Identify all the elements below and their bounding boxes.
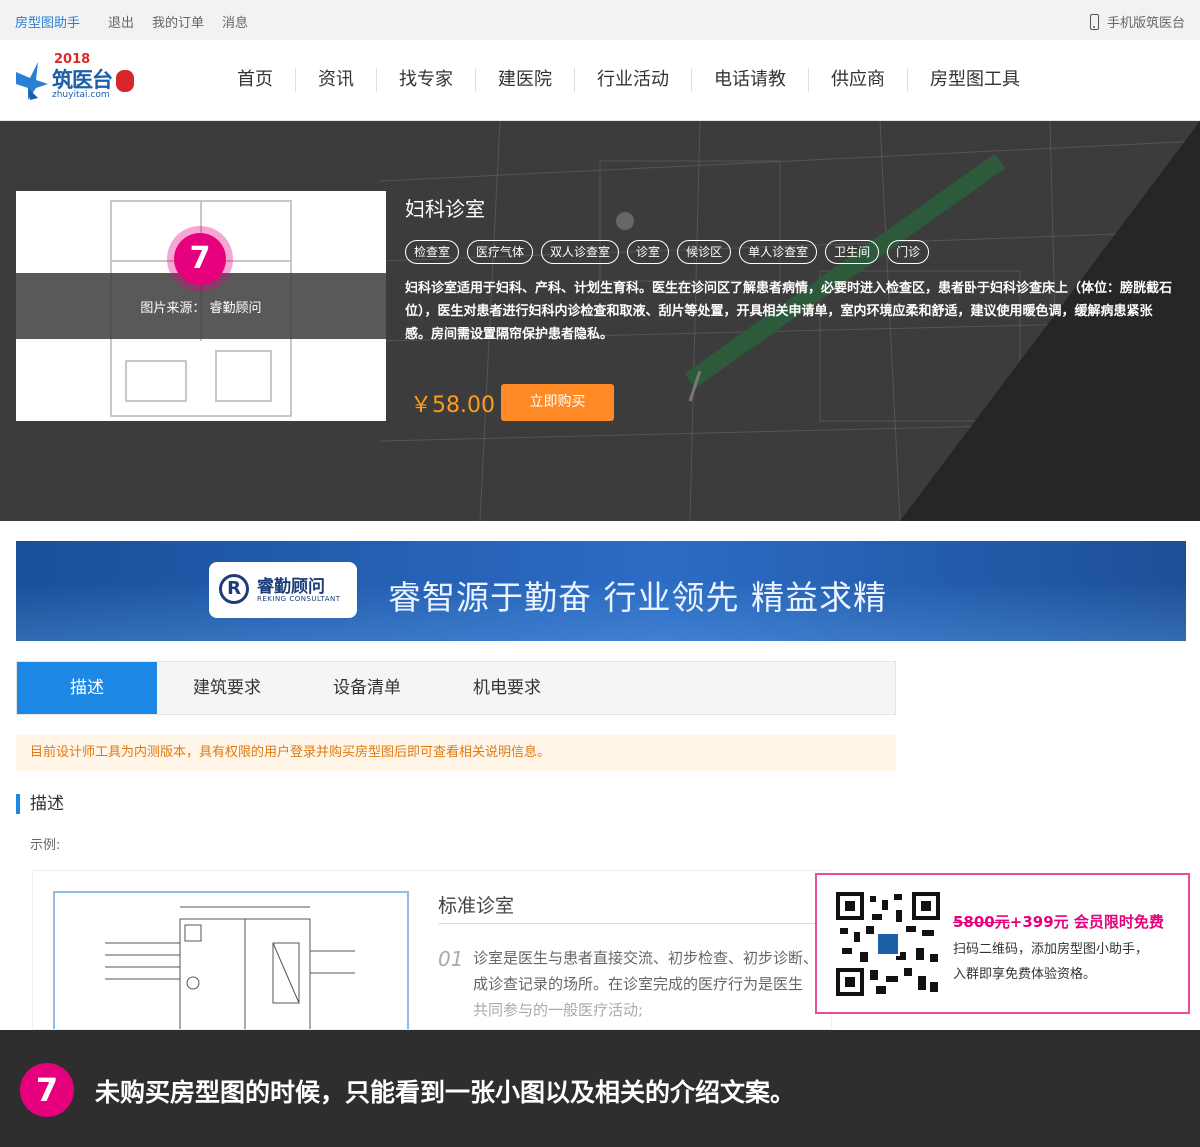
tag-item[interactable]: 医疗气体	[467, 240, 534, 264]
floorplan-drawing	[105, 906, 355, 1029]
tag-item[interactable]: 门诊	[887, 240, 930, 264]
tab-equipment-list[interactable]: 设备清单	[297, 662, 437, 714]
product-title: 妇科诊室	[405, 197, 485, 221]
product-description: 妇科诊室适用于妇科、产科、计划生育科。医生在诊问区了解患者病情，必要时进入检查区…	[405, 281, 1173, 342]
site-header: 2018 筑医台 zhuyitai.com 首页 资讯 找专家 建医院 行业活动…	[0, 40, 1200, 121]
site-logo[interactable]: 2018 筑医台 zhuyitai.com	[14, 52, 144, 108]
bird-logo-icon	[16, 62, 48, 100]
example-divider	[438, 923, 828, 924]
example-card: 标准诊室 01 诊室是医生与患者直接交流、初步检查、初步诊断、成诊查记录的场所。…	[32, 870, 832, 1030]
product-hero: 图片来源： 睿勤顾问 7 妇科诊室 检查室 医疗气体 双人诊查室 诊室 候诊区 …	[0, 121, 1200, 521]
example-text-main: 诊室是医生与患者直接交流、初步检查、初步诊断、成诊查记录的场所。在诊室完成的医疗…	[473, 949, 819, 993]
qr-promo-popup[interactable]: 5800元+399元 会员限时免费 扫码二维码，添加房型图小助手， 入群即享免费…	[815, 873, 1190, 1014]
image-source-caption: 图片来源： 睿勤顾问	[140, 301, 262, 316]
example-label: 示例:	[30, 838, 61, 853]
footer-caption: 未购买房型图的时候，只能看到一张小图以及相关的介绍文案。	[95, 1078, 796, 1107]
nav-experts[interactable]: 找专家	[377, 68, 476, 92]
lantern-icon	[116, 70, 134, 92]
detail-tabs: 描述 建筑要求 设备清单 机电要求	[16, 661, 896, 715]
logo-url: zhuyitai.com	[52, 90, 110, 100]
top-bar: 房型图助手 退出 我的订单 消息 手机版筑医台	[0, 0, 1200, 40]
nav-floorplan-tool[interactable]: 房型图工具	[908, 68, 1042, 92]
tab-description[interactable]: 描述	[17, 662, 157, 714]
product-price: ￥58.00	[410, 393, 495, 418]
my-orders-link[interactable]: 我的订单	[152, 12, 204, 31]
promo-label: 会员限时免费	[1073, 913, 1164, 931]
tab-building-requirements[interactable]: 建筑要求	[157, 662, 297, 714]
nav-home[interactable]: 首页	[215, 68, 296, 92]
tag-item[interactable]: 检查室	[405, 240, 460, 264]
logout-link[interactable]: 退出	[108, 12, 134, 31]
promo-text: 5800元+399元 会员限时免费	[953, 911, 1164, 932]
sponsor-banner[interactable]: R 睿勤顾问 REKING CONSULTANT 睿智源于勤奋 行业领先 精益求…	[16, 541, 1186, 641]
sponsor-logo: R 睿勤顾问 REKING CONSULTANT	[209, 562, 357, 618]
nav-suppliers[interactable]: 供应商	[809, 68, 908, 92]
phone-icon	[1089, 13, 1099, 30]
tag-list: 检查室 医疗气体 双人诊查室 诊室 候诊区 单人诊查室 卫生间 门诊	[405, 240, 930, 264]
assistant-link[interactable]: 房型图助手	[15, 12, 80, 31]
beta-notice: 目前设计师工具为内测版本，具有权限的用户登录并购买房型图后即可查看相关说明信息。	[16, 735, 896, 771]
example-number: 01	[438, 947, 464, 971]
sponsor-name-cn: 睿勤顾问	[257, 577, 325, 597]
top-bar-left: 房型图助手 退出 我的订单 消息	[15, 12, 266, 31]
tag-item[interactable]: 双人诊查室	[541, 240, 620, 264]
mobile-version-label: 手机版筑医台	[1106, 16, 1185, 31]
example-floorplan	[53, 891, 409, 1029]
example-text-faded: 共同参与的一般医疗活动;	[473, 1001, 644, 1019]
buy-now-button[interactable]: 立即购买	[501, 384, 614, 421]
annotation-footer: 7 未购买房型图的时候，只能看到一张小图以及相关的介绍文案。	[0, 1030, 1200, 1147]
sponsor-slogan: 睿智源于勤奋 行业领先 精益求精	[388, 578, 887, 617]
sponsor-name-en: REKING CONSULTANT	[257, 595, 341, 603]
messages-link[interactable]: 消息	[222, 12, 248, 31]
nav-news[interactable]: 资讯	[296, 68, 377, 92]
tag-item[interactable]: 候诊区	[677, 240, 732, 264]
nav-events[interactable]: 行业活动	[575, 68, 692, 92]
step-badge: 7	[174, 233, 226, 285]
mobile-version-link[interactable]: 手机版筑医台	[1089, 12, 1185, 31]
tag-item[interactable]: 单人诊查室	[739, 240, 818, 264]
tab-mep-requirements[interactable]: 机电要求	[437, 662, 577, 714]
main-nav: 首页 资讯 找专家 建医院 行业活动 电话请教 供应商 房型图工具	[215, 68, 1042, 92]
floorplan-preview[interactable]: 图片来源： 睿勤顾问 7	[16, 191, 386, 421]
reking-r-icon: R	[219, 574, 249, 604]
example-text: 诊室是医生与患者直接交流、初步检查、初步诊断、成诊查记录的场所。在诊室完成的医疗…	[473, 945, 823, 1023]
footer-step-badge: 7	[20, 1063, 74, 1117]
qr-instruction-2: 入群即享免费体验资格。	[953, 967, 1097, 982]
qr-code-icon	[836, 892, 940, 996]
extra-price: +399元	[1009, 913, 1069, 931]
tag-item[interactable]: 诊室	[627, 240, 670, 264]
example-title: 标准诊室	[438, 895, 515, 917]
qr-instruction-1: 扫码二维码，添加房型图小助手，	[953, 942, 1149, 957]
nav-build-hospital[interactable]: 建医院	[476, 68, 575, 92]
nav-phone-consult[interactable]: 电话请教	[692, 68, 809, 92]
tag-item[interactable]: 卫生间	[825, 240, 880, 264]
old-price: 5800元	[953, 913, 1010, 931]
section-title: 描述	[16, 794, 64, 814]
